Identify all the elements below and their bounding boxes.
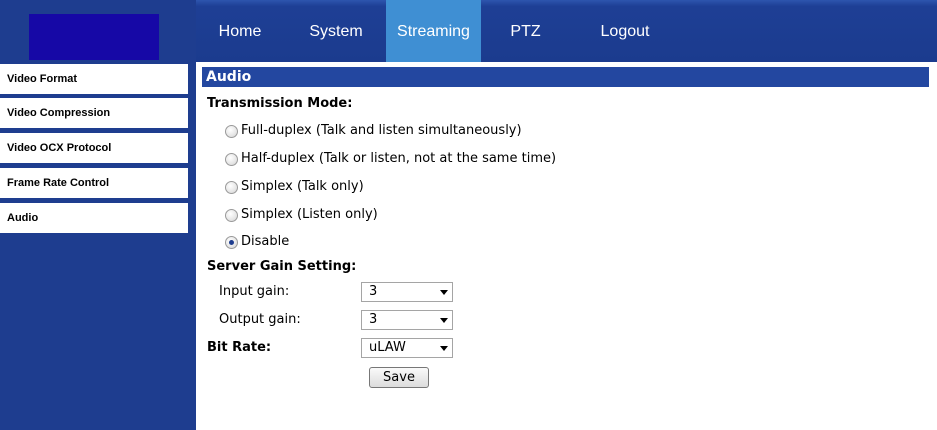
- select-value: 3: [369, 312, 378, 327]
- nav-streaming[interactable]: Streaming: [386, 0, 481, 62]
- radio-label: Disable: [241, 234, 290, 249]
- chevron-down-icon: [440, 318, 448, 323]
- sidebar-item-audio[interactable]: Audio: [0, 203, 188, 233]
- input-gain-label: Input gain:: [219, 284, 290, 299]
- sidebar-item-label: Video Compression: [7, 107, 111, 119]
- nav-system[interactable]: System: [301, 0, 371, 62]
- sidebar-item-label: Video Format: [7, 73, 78, 85]
- radio-label: Simplex (Talk only): [241, 179, 364, 194]
- top-nav: Home System Streaming PTZ Logout: [196, 0, 937, 62]
- chevron-down-icon: [440, 290, 448, 295]
- input-gain-select[interactable]: 3: [361, 282, 453, 302]
- radio-button[interactable]: [225, 181, 238, 194]
- sidebar-item-label: Audio: [7, 212, 39, 224]
- select-value: 3: [369, 284, 378, 299]
- sidebar-item-frame-rate-control[interactable]: Frame Rate Control: [0, 168, 188, 198]
- section-title: Audio: [202, 67, 929, 87]
- output-gain-select[interactable]: 3: [361, 310, 453, 330]
- nav-home[interactable]: Home: [209, 0, 271, 62]
- nav-logout[interactable]: Logout: [586, 0, 664, 62]
- sidebar-item-video-format[interactable]: Video Format: [0, 64, 188, 94]
- sidebar-item-label: Frame Rate Control: [7, 177, 110, 189]
- sidebar-item-label: Video OCX Protocol: [7, 142, 112, 154]
- radio-button[interactable]: [225, 153, 238, 166]
- radio-button-checked[interactable]: [225, 236, 238, 249]
- chevron-down-icon: [440, 346, 448, 351]
- select-value: uLAW: [369, 340, 406, 355]
- transmission-mode-heading: Transmission Mode:: [207, 96, 353, 111]
- radio-label: Half-duplex (Talk or listen, not at the …: [241, 151, 557, 166]
- radio-label: Simplex (Listen only): [241, 207, 378, 222]
- output-gain-label: Output gain:: [219, 312, 301, 327]
- bit-rate-select[interactable]: uLAW: [361, 338, 453, 358]
- server-gain-heading: Server Gain Setting:: [207, 259, 357, 274]
- radio-button[interactable]: [225, 125, 238, 138]
- radio-button[interactable]: [225, 209, 238, 222]
- nav-ptz[interactable]: PTZ: [498, 0, 553, 62]
- sidebar-item-video-ocx-protocol[interactable]: Video OCX Protocol: [0, 133, 188, 163]
- bit-rate-label: Bit Rate:: [207, 340, 272, 355]
- save-button[interactable]: Save: [369, 367, 429, 388]
- logo: [29, 14, 159, 60]
- sidebar-item-video-compression[interactable]: Video Compression: [0, 98, 188, 128]
- sidebar: Video Format Video Compression Video OCX…: [0, 0, 196, 430]
- radio-label: Full-duplex (Talk and listen simultaneou…: [241, 123, 522, 138]
